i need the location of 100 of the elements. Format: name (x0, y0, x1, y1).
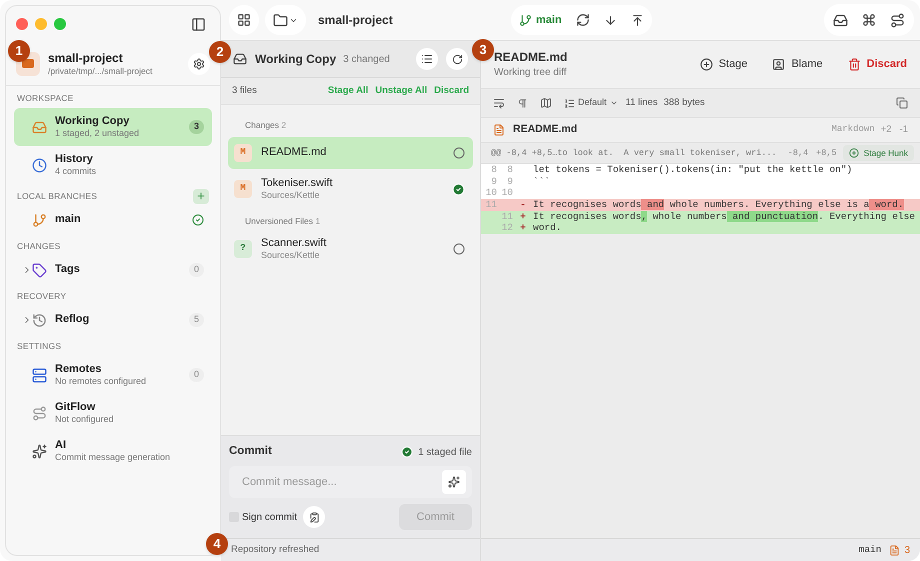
section-heading: WORKSPACE (17, 92, 74, 104)
sidebar-item[interactable]: Remotes No remotes configured 0 (14, 356, 212, 394)
commit-message-box[interactable]: Commit message... (229, 466, 472, 498)
plus-circle-icon[interactable] (700, 58, 713, 71)
sidebar-item[interactable]: GitFlow Not configured (14, 394, 212, 432)
history-icon (32, 312, 47, 328)
sidebar-toggle-icon[interactable] (191, 16, 206, 32)
status-badge: M (234, 180, 252, 198)
sidebar-item[interactable]: Working Copy 1 staged, 2 unstaged 3 (14, 108, 212, 146)
settings-icon[interactable] (193, 58, 205, 70)
view-mode-dropdown[interactable]: Default (564, 96, 618, 110)
sidebar-item[interactable]: Reflog 5 (14, 306, 212, 334)
settings-button[interactable] (188, 52, 210, 74)
trash-icon[interactable] (848, 58, 861, 71)
callout-number: 1 (8, 40, 30, 62)
folder-button[interactable] (265, 5, 306, 35)
item-subtitle: 1 staged, 2 unstaged (55, 128, 140, 140)
copy-icon[interactable] (896, 97, 908, 109)
chevron-down-icon[interactable] (610, 99, 618, 107)
item-subtitle: No remotes configured (55, 376, 148, 388)
grid-icon[interactable] (237, 13, 251, 27)
refresh-icon[interactable] (452, 54, 462, 64)
added-count: +2 (880, 122, 892, 137)
file-icon (493, 124, 505, 136)
file-name: Tokeniser.swift (261, 176, 334, 190)
staged-check-icon[interactable] (452, 182, 465, 196)
file-name: README.md (261, 146, 328, 160)
sidebar-item[interactable]: AI Commit message generation (14, 432, 212, 470)
status-message: Repository refreshed (231, 542, 320, 557)
inbox-icon[interactable] (833, 12, 848, 28)
sync-icon[interactable] (576, 13, 590, 27)
grid-button[interactable] (229, 5, 259, 35)
command-icon[interactable] (862, 13, 876, 27)
count-badge: 5 (188, 313, 204, 327)
item-subtitle: Not configured (55, 414, 115, 426)
folder-icon[interactable] (273, 12, 288, 28)
pilcrow-icon[interactable] (517, 98, 528, 108)
sidebar-item[interactable]: main (14, 206, 212, 234)
hunk-old-range: -8,4 (788, 146, 808, 160)
refresh-button[interactable] (446, 48, 468, 70)
section-heading: LOCAL BRANCHES (17, 190, 98, 202)
diff-title: README.md (494, 50, 568, 65)
file-row[interactable]: ? Scanner.swift Sources/Kettle (228, 233, 473, 265)
count-badge: 0 (188, 368, 204, 382)
item-label: GitFlow (55, 400, 96, 414)
push-icon[interactable] (630, 14, 644, 26)
new-line-number: 8 (506, 164, 513, 176)
route-icon[interactable] (890, 12, 905, 28)
panel-title: Working Copy (255, 51, 336, 68)
repo-path: /private/tmp/.../small-project (48, 66, 154, 76)
plus-circle-icon[interactable] (848, 148, 859, 158)
item-subtitle: 4 commits (55, 166, 98, 178)
changed-count: 3 changed (343, 52, 391, 66)
unstaged-circle-icon[interactable] (453, 243, 465, 255)
stage-hunk-button[interactable]: Stage Hunk (842, 145, 914, 161)
sparkles-icon[interactable] (448, 476, 460, 488)
discard-button[interactable]: Discard (848, 56, 907, 73)
sidebar-item[interactable]: History 4 commits (14, 146, 212, 184)
diff-sign: + (519, 210, 527, 222)
staged-check-icon (401, 446, 414, 458)
add-branch-button[interactable] (193, 188, 209, 204)
file-row[interactable]: M README.md (228, 137, 473, 169)
diff-subtitle: Working tree diff (494, 66, 568, 80)
pull-icon[interactable] (604, 14, 617, 26)
hunk-new-range: +8,5 (816, 146, 837, 160)
blame-button[interactable]: Blame (772, 56, 823, 73)
line-count: 11 lines (626, 96, 658, 110)
window-title: small-project (318, 12, 394, 29)
stage-button[interactable]: Stage (700, 56, 748, 73)
list-view-button[interactable] (416, 48, 438, 70)
template-button[interactable] (303, 506, 326, 528)
new-line-number: 11 (500, 210, 513, 222)
diff-sign: - (519, 199, 527, 211)
tag-icon (32, 262, 47, 278)
generate-message-button[interactable] (442, 470, 466, 494)
clipboard-pen-icon[interactable] (308, 512, 320, 522)
hunk-header: @@ -8,4 +8,5…to look at. A very small tokeniser, wri... (491, 146, 778, 160)
item-label: main (55, 213, 82, 227)
map-icon[interactable] (540, 97, 552, 109)
person-card-icon[interactable] (772, 58, 786, 71)
branch-icon[interactable] (519, 14, 532, 26)
diff-sign: + (519, 222, 527, 234)
new-line-number: 10 (500, 187, 513, 200)
files-count: 3 files (232, 84, 258, 98)
file-row[interactable]: M Tokeniser.swift Sources/Kettle (228, 173, 473, 205)
removed-count: -1 (900, 122, 908, 137)
sidebar-item[interactable]: Tags 0 (14, 256, 212, 284)
sparkles-icon (32, 444, 47, 458)
status-badge: ? (234, 240, 252, 258)
numbered-list-icon[interactable] (564, 98, 575, 108)
unstaged-circle-icon[interactable] (453, 147, 465, 159)
file-path: Sources/Kettle (261, 190, 321, 202)
close-window-button[interactable] (16, 18, 28, 30)
plus-icon[interactable] (196, 191, 206, 201)
file-language: Markdown (831, 123, 875, 136)
commit-message-field[interactable]: Commit message... (242, 474, 442, 490)
wrap-icon[interactable] (493, 97, 505, 109)
new-line-number: 12 (500, 222, 513, 234)
branch-selector[interactable]: main (519, 12, 562, 28)
count-badge: 0 (188, 263, 204, 277)
